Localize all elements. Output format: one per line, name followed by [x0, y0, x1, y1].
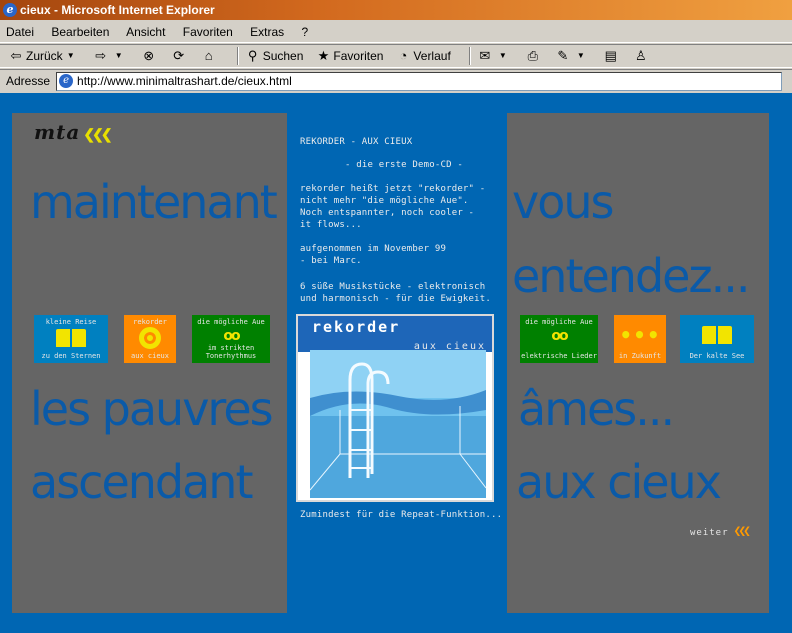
mail-icon: ✉	[479, 48, 491, 63]
nav-kalte-see[interactable]: Der kalte See	[680, 315, 754, 363]
center-subheading: - die erste Demo-CD -	[345, 160, 463, 170]
book-icon	[702, 326, 732, 344]
word-ascendant: ascendant	[30, 455, 253, 509]
search-label: Suchen	[262, 49, 304, 63]
weiter-link[interactable]: weiter ❮❮❮	[690, 524, 752, 539]
menu-extras[interactable]: Extras	[250, 25, 284, 39]
word-maintenant: maintenant	[30, 175, 278, 229]
nav-bottom-label: aux cieux	[131, 352, 169, 360]
page-icon: e	[59, 74, 74, 88]
address-label: Adresse	[6, 74, 51, 88]
stop-icon: ⊗	[143, 48, 155, 63]
logo-text: mta	[34, 120, 81, 144]
edit-button[interactable]: ✎ ▼	[555, 48, 591, 64]
toolbar: ⇦ Zurück ▼ ⇨ ▼ ⊗ ⟳ ⌂ ⚲ Suchen ★ Favorite…	[0, 44, 792, 68]
nav-top-label: die mögliche Aue	[525, 318, 593, 326]
nav-bottom-label: Der kalte See	[689, 352, 745, 360]
dots-icon: •••	[619, 323, 661, 347]
menu-datei[interactable]: Datei	[6, 25, 34, 39]
window-title: cieux - Microsoft Internet Explorer	[20, 3, 215, 17]
center-paragraph-3: 6 süße Musikstücke - elektronisch und ha…	[300, 282, 492, 304]
cd-cover-image[interactable]: rekorder aux cieux	[296, 314, 494, 502]
pool-ladder-icon	[310, 350, 486, 498]
forward-button[interactable]: ⇨ ▼	[93, 48, 129, 64]
back-label: Zurück	[26, 49, 63, 63]
web-page: mta ❮❮❮ maintenant vous entendez... les p…	[0, 93, 792, 633]
back-arrow-icon: ⇦	[10, 48, 22, 63]
cover-title: rekorder	[312, 318, 401, 336]
toolbar-separator	[468, 47, 471, 65]
tape-icon: oo	[223, 328, 240, 344]
forward-arrow-icon: ⇨	[95, 48, 107, 63]
refresh-icon: ⟳	[173, 48, 185, 63]
home-button[interactable]: ⌂	[201, 48, 219, 64]
nav-bottom-label: zu den Sternen	[41, 352, 101, 360]
site-logo[interactable]: mta ❮❮❮	[34, 120, 113, 144]
favorites-icon: ★	[317, 48, 330, 63]
toolbar-separator	[236, 47, 239, 65]
menu-favoriten[interactable]: Favoriten	[183, 25, 233, 39]
menu-help[interactable]: ?	[302, 25, 309, 39]
nav-moegliche-aue[interactable]: die mögliche Aue oo im strikten Tonerhyt…	[192, 315, 270, 363]
word-vous: vous	[512, 175, 614, 229]
cover-caption: Zumindest für die Repeat-Funktion...	[300, 510, 503, 520]
cd-icon	[139, 327, 161, 349]
edit-icon: ✎	[557, 48, 569, 63]
history-button[interactable]: ◔ Verlauf	[395, 44, 450, 68]
window-titlebar: e cieux - Microsoft Internet Explorer	[0, 0, 792, 20]
nav-bottom-label: elektrische Lieder	[521, 352, 597, 360]
dropdown-arrow-icon: ▼	[576, 51, 585, 60]
nav-rekorder[interactable]: rekorder aux cieux	[124, 315, 176, 363]
word-les-pauvres: les pauvres	[30, 382, 274, 436]
history-label: Verlauf	[413, 49, 451, 63]
favorites-label: Favoriten	[333, 49, 384, 63]
address-bar: Adresse e http://www.minimaltrashart.de/…	[0, 69, 792, 92]
back-button[interactable]: ⇦ Zurück ▼	[8, 44, 81, 68]
center-paragraph-1: rekorder heißt jetzt "rekorder" - nicht …	[300, 184, 486, 230]
home-icon: ⌂	[204, 48, 213, 63]
book-icon	[56, 329, 86, 347]
nav-elektrische-lieder[interactable]: die mögliche Aue oo elektrische Lieder	[520, 315, 598, 363]
nav-bottom-label: in Zukunft	[618, 352, 662, 360]
search-button[interactable]: ⚲ Suchen	[245, 44, 304, 68]
messenger-button[interactable]: ♙	[633, 48, 651, 64]
nav-in-zukunft[interactable]: ••• in Zukunft	[614, 315, 666, 363]
dropdown-arrow-icon[interactable]: ▼	[111, 48, 127, 64]
menu-bearbeiten[interactable]: Bearbeiten	[51, 25, 109, 39]
print-button[interactable]: ⎙	[525, 48, 543, 64]
word-ames: âmes...	[518, 382, 675, 436]
word-entendez: entendez...	[512, 249, 750, 303]
nav-top-label: rekorder	[133, 318, 167, 326]
tape-icon: oo	[551, 328, 568, 344]
search-icon: ⚲	[247, 48, 258, 63]
history-icon: ◔	[399, 48, 408, 63]
center-paragraph-2: aufgenommen im November 99 - bei Marc.	[300, 244, 447, 266]
dropdown-arrow-icon: ▼	[498, 51, 507, 60]
document-icon: ▤	[604, 48, 617, 63]
chevron-icon: ❮❮❮	[83, 127, 112, 143]
person-icon: ♙	[634, 48, 647, 63]
nav-top-label: die mögliche Aue	[197, 318, 265, 326]
word-aux-cieux: aux cieux	[516, 455, 722, 509]
ie-icon: e	[3, 3, 17, 17]
printer-icon: ⎙	[527, 48, 538, 63]
menu-ansicht[interactable]: Ansicht	[126, 25, 165, 39]
discuss-button[interactable]: ▤	[603, 48, 621, 64]
menu-bar: Datei Bearbeiten Ansicht Favoriten Extra…	[0, 21, 792, 43]
refresh-button[interactable]: ⟳	[171, 48, 189, 64]
nav-top-label: kleine Reise	[45, 318, 97, 326]
stop-button[interactable]: ⊗	[141, 48, 159, 64]
favorites-button[interactable]: ★ Favoriten	[315, 44, 384, 68]
nav-kleine-reise[interactable]: kleine Reise zu den Sternen	[34, 315, 108, 363]
weiter-label: weiter	[690, 528, 729, 538]
address-url: http://www.minimaltrashart.de/cieux.html	[77, 74, 292, 88]
mail-button[interactable]: ✉ ▼	[477, 48, 513, 64]
address-input[interactable]: e http://www.minimaltrashart.de/cieux.ht…	[56, 71, 783, 91]
nav-bottom-label: im strikten Tonerhythmus	[205, 344, 257, 360]
center-heading: REKORDER - AUX CIEUX	[300, 137, 413, 147]
pool-illustration	[310, 350, 486, 498]
chevron-icon: ❮❮❮	[733, 524, 752, 539]
dropdown-arrow-icon[interactable]: ▼	[63, 48, 79, 64]
